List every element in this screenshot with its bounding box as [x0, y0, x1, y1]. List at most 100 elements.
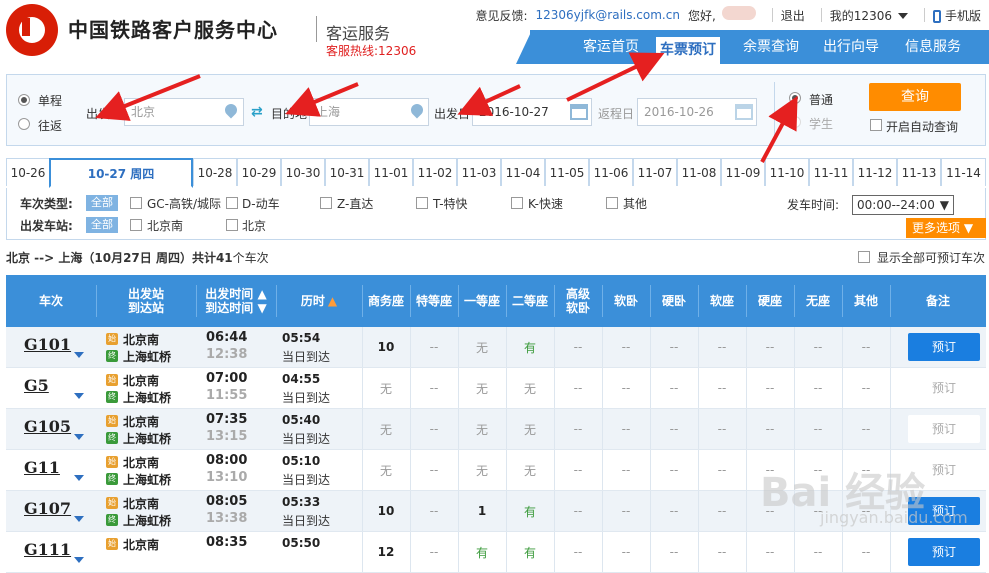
round-trip-radio[interactable] [18, 118, 30, 130]
expand-arrow-icon[interactable] [74, 475, 84, 481]
seat-availability: -- [573, 422, 583, 436]
date-tab-active[interactable]: 10-27 周四 [49, 158, 193, 188]
train-type-z: Z-直达 [337, 197, 374, 211]
nav-ticket-booking[interactable]: 车票预订 [656, 34, 720, 64]
train-number-link[interactable]: G5 [24, 376, 49, 395]
train-number-link[interactable]: G11 [24, 458, 60, 477]
header-times[interactable]: 出发时间 ▲ 到达时间 ▼ [196, 275, 276, 327]
seat-availability: -- [717, 381, 727, 395]
date-tab[interactable]: 10-30 [281, 158, 325, 186]
book-button[interactable]: 预订 [908, 415, 980, 443]
station-all[interactable]: 全部 [86, 217, 118, 233]
train-type-checkbox[interactable] [511, 197, 523, 209]
swap-icon[interactable]: ⇄ [251, 105, 267, 119]
table-header: 车次 出发站 到达站 出发时间 ▲ 到达时间 ▼ 历时 ▲ 商务座 特等座 一等座 二… [6, 275, 986, 327]
nav-home[interactable]: 客运首页 [572, 30, 650, 64]
station-checkbox[interactable] [130, 219, 142, 231]
seat-availability: 有 [523, 545, 536, 560]
date-tab[interactable]: 11-04 [501, 158, 545, 186]
train-type-checkbox[interactable] [320, 197, 332, 209]
divider [774, 82, 775, 138]
my12306-menu[interactable]: 我的12306 [830, 7, 908, 24]
divider [602, 327, 603, 367]
header-duration[interactable]: 历时 ▲ [276, 275, 362, 327]
train-type-checkbox[interactable] [606, 197, 618, 209]
divider [362, 450, 363, 490]
date-tab[interactable]: 11-13 [897, 158, 941, 186]
date-tab[interactable]: 11-08 [677, 158, 721, 186]
depart-time-select[interactable]: 00:00--24:00 ▼ [852, 195, 954, 215]
date-tab[interactable]: 10-31 [325, 158, 369, 186]
divider [650, 327, 651, 367]
passenger-student-radio[interactable] [789, 116, 801, 128]
date-tab[interactable]: 11-10 [765, 158, 809, 186]
date-tab[interactable]: 11-14 [941, 158, 986, 186]
header-train[interactable]: 车次 [6, 275, 96, 327]
station-checkbox[interactable] [226, 219, 238, 231]
date-tab[interactable]: 11-05 [545, 158, 589, 186]
date-tab[interactable]: 11-07 [633, 158, 677, 186]
expand-arrow-icon[interactable] [74, 434, 84, 440]
site-title: 中国铁路客户服务中心 [68, 18, 278, 42]
date-tab[interactable]: 11-11 [809, 158, 853, 186]
header-time2-text: 到达时间 [205, 301, 254, 315]
train-number-link[interactable]: G105 [24, 417, 71, 436]
title-divider [316, 16, 317, 42]
date-tab[interactable]: 11-09 [721, 158, 765, 186]
divider [820, 8, 822, 22]
arrive-time: 12:38 [206, 347, 248, 362]
divider [362, 532, 363, 572]
nav-travel-guide[interactable]: 出行向导 [814, 30, 888, 64]
more-options-button[interactable]: 更多选项 ▼ [906, 218, 986, 238]
train-type-checkbox[interactable] [130, 197, 142, 209]
train-number-link[interactable]: G107 [24, 499, 71, 518]
calendar-icon[interactable] [570, 104, 588, 120]
seat-availability: -- [813, 422, 823, 436]
calendar-icon[interactable] [735, 104, 753, 120]
count-suffix: 个车次 [232, 251, 269, 265]
divider [362, 491, 363, 531]
seat-availability: 1 [477, 504, 487, 518]
book-button[interactable]: 预订 [908, 333, 980, 361]
date-tab[interactable]: 11-03 [457, 158, 501, 186]
expand-arrow-icon[interactable] [74, 516, 84, 522]
train-type-checkbox[interactable] [416, 197, 428, 209]
passenger-normal-radio[interactable] [789, 92, 801, 104]
expand-arrow-icon[interactable] [74, 393, 84, 399]
nav-remaining-tickets[interactable]: 余票查询 [734, 30, 808, 64]
one-way-radio[interactable] [18, 94, 30, 106]
mobile-link[interactable]: 手机版 [932, 7, 981, 24]
date-tab[interactable]: 11-01 [369, 158, 413, 186]
date-tab[interactable]: 10-28 [193, 158, 237, 186]
date-tab[interactable]: 10-26 [6, 158, 50, 186]
expand-arrow-icon[interactable] [74, 352, 84, 358]
date-tab[interactable]: 11-12 [853, 158, 897, 186]
seat-availability: -- [429, 545, 439, 559]
feedback-email-link[interactable]: 12306yjfk@rails.com.cn [536, 8, 680, 22]
show-all-checkbox[interactable] [858, 251, 870, 263]
expand-arrow-icon[interactable] [74, 557, 84, 563]
seat-availability: -- [429, 340, 439, 354]
auto-query-checkbox[interactable] [870, 119, 882, 131]
seat-availability: -- [861, 422, 871, 436]
date-tab[interactable]: 11-06 [589, 158, 633, 186]
train-number-link[interactable]: G101 [24, 335, 71, 354]
book-button[interactable]: 预订 [908, 538, 980, 566]
divider [650, 491, 651, 531]
train-type-checkbox[interactable] [226, 197, 238, 209]
query-button[interactable]: 查询 [869, 83, 961, 111]
duration: 05:10 [282, 454, 321, 468]
arrival-note: 当日到达 [282, 473, 331, 487]
header-special-seat: 特等座 [415, 294, 452, 308]
logout-link[interactable]: 退出 [781, 7, 805, 24]
hotline: 客服热线:12306 [326, 44, 417, 58]
railway-logo[interactable] [6, 4, 58, 56]
train-type-all[interactable]: 全部 [86, 195, 118, 211]
date-tab[interactable]: 10-29 [237, 158, 281, 186]
date-tab[interactable]: 11-02 [413, 158, 457, 186]
book-button[interactable]: 预订 [908, 374, 980, 402]
route-text: 北京 --> 上海（10月27日 周四）共计 [6, 251, 216, 265]
nav-info-service[interactable]: 信息服务 [896, 30, 970, 64]
divider [602, 491, 603, 531]
train-number-link[interactable]: G111 [24, 540, 71, 559]
